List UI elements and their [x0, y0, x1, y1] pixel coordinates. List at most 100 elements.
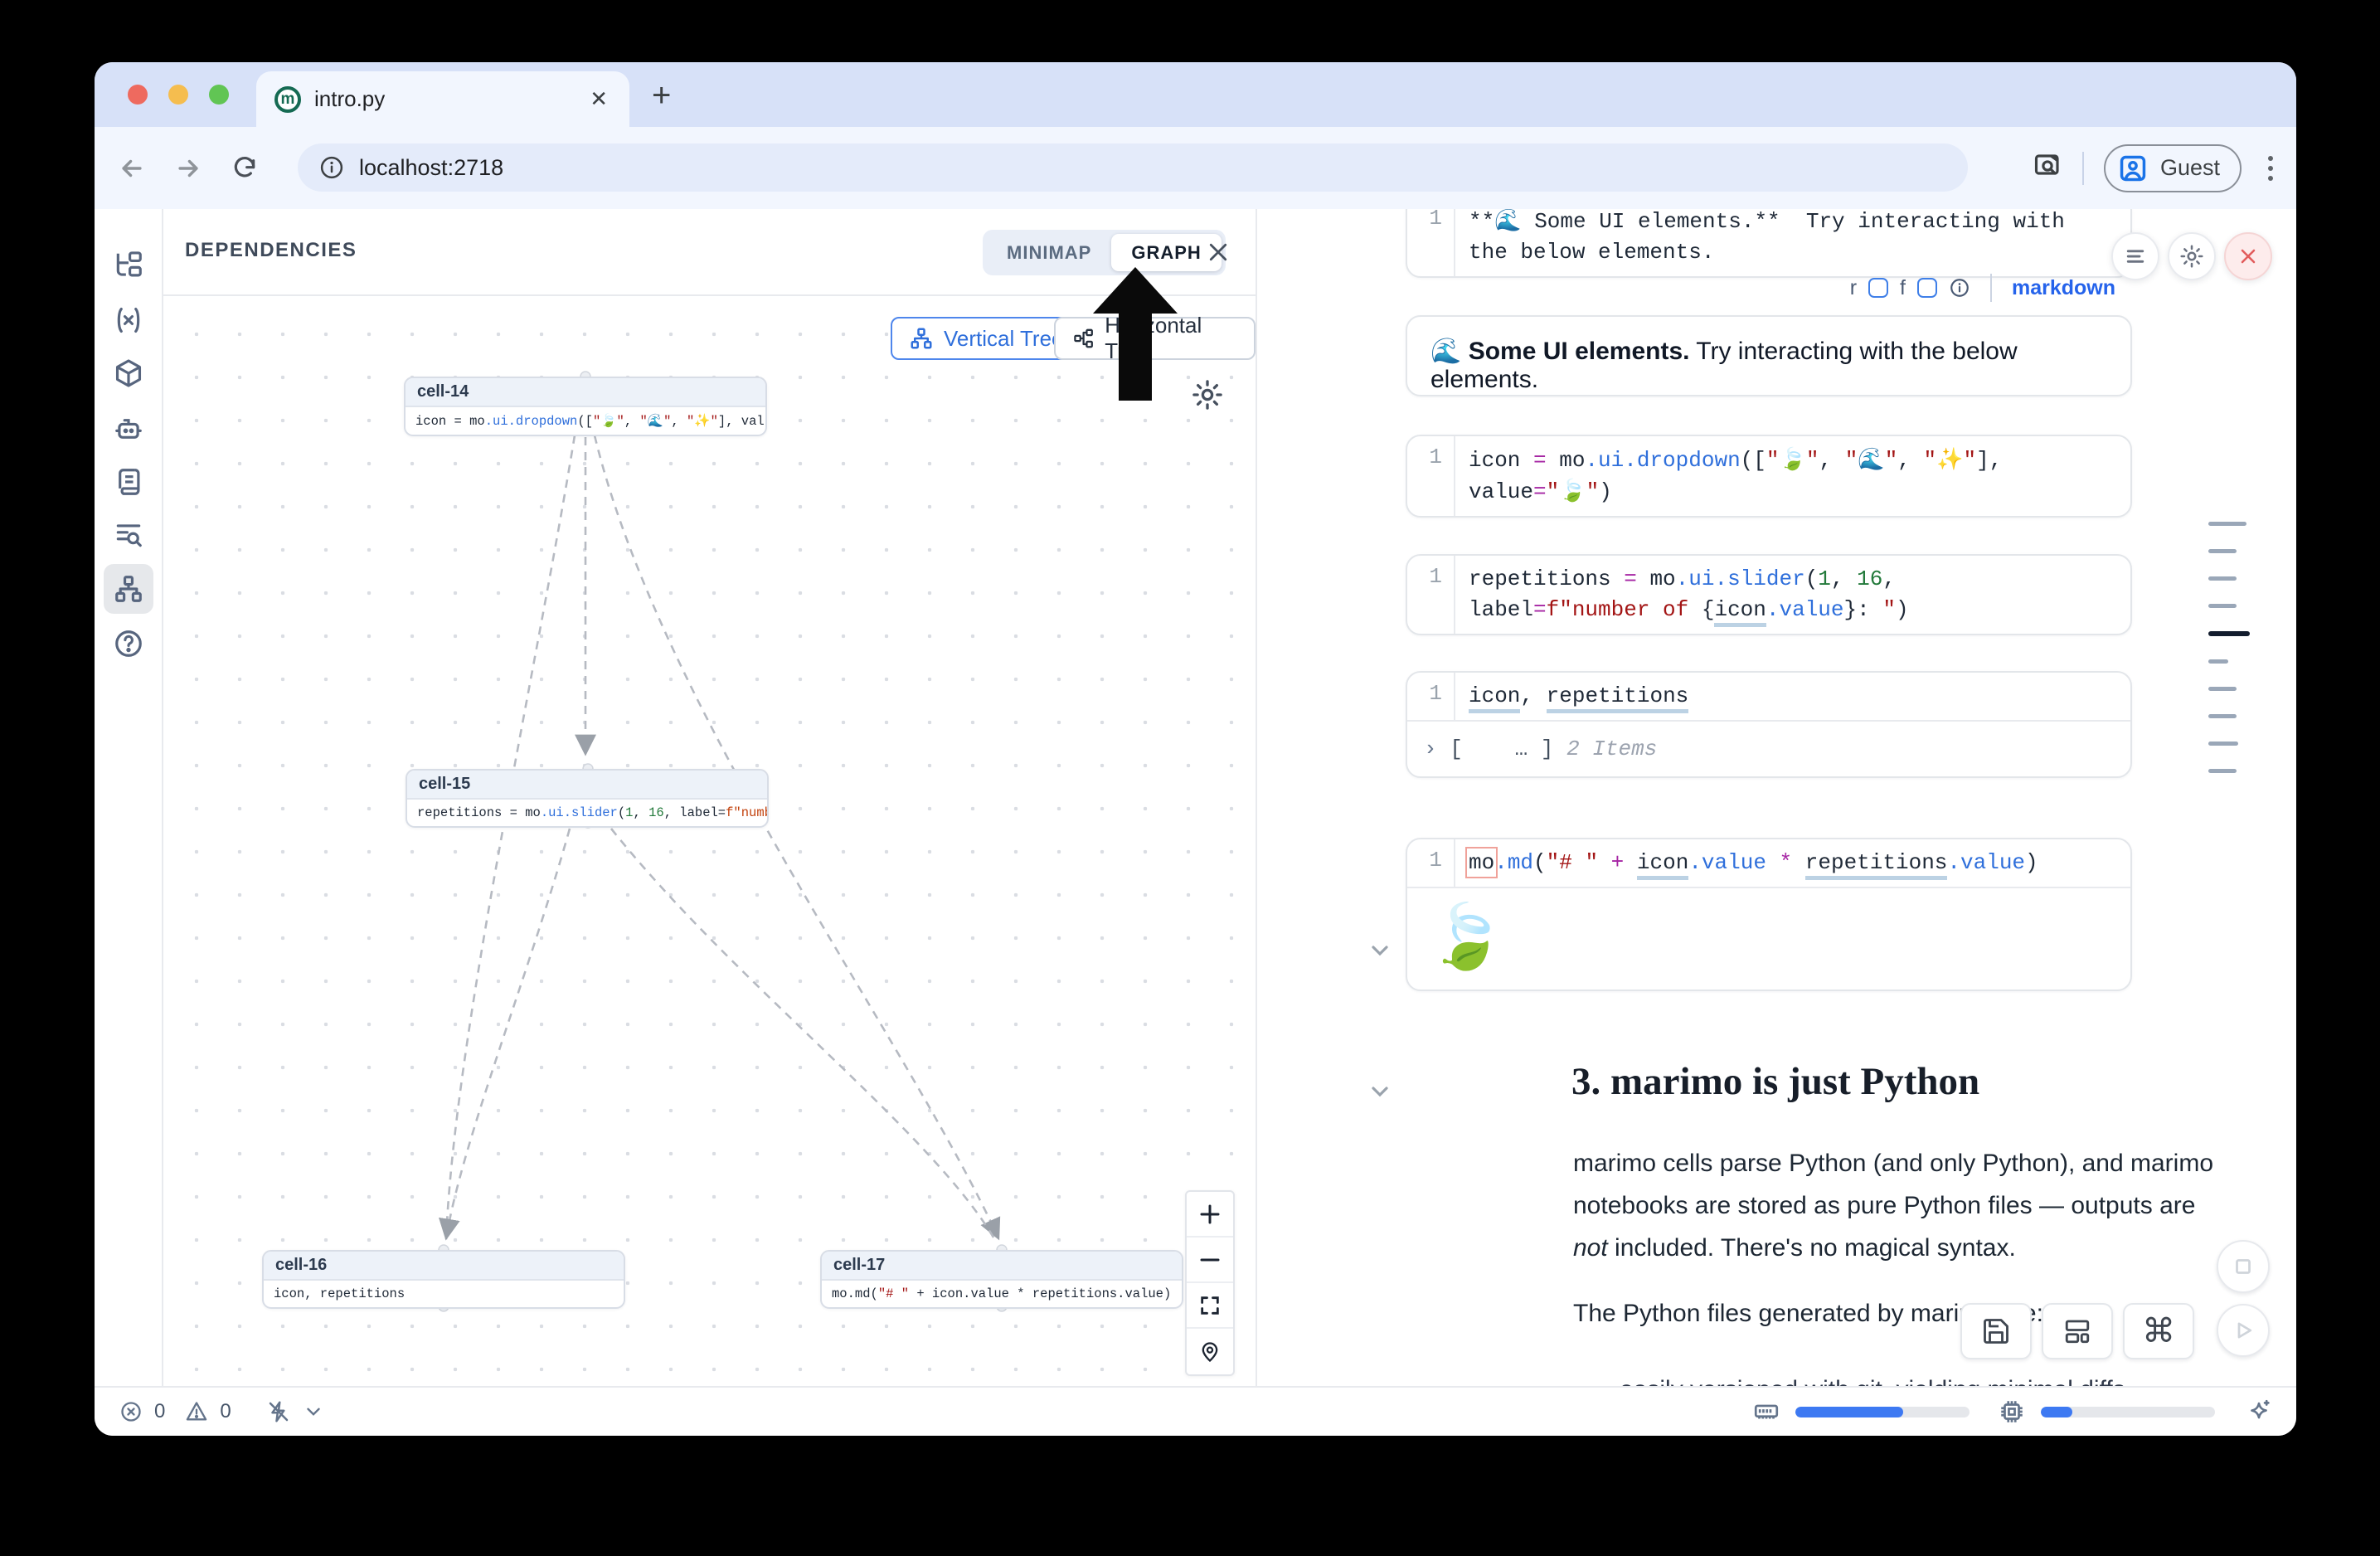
- wave-emoji: 🌊: [1430, 337, 1461, 366]
- line-number: 1: [1407, 556, 1455, 634]
- graph-zoom-controls: [1185, 1190, 1235, 1376]
- command-icon: ⌘: [2142, 1312, 2175, 1350]
- panel-close-button[interactable]: [1202, 236, 1235, 269]
- r-toggle-label: r: [1850, 276, 1857, 300]
- node-title: cell-15: [407, 771, 767, 800]
- tab-title: intro.py: [314, 86, 586, 112]
- sidebar-item-packages[interactable]: [104, 348, 153, 398]
- vertical-tree-button[interactable]: Vertical Tree: [891, 317, 1082, 360]
- notebook-settings-button[interactable]: [2168, 232, 2216, 280]
- sidebar-item-variables[interactable]: [104, 295, 153, 345]
- code-cell-dropdown[interactable]: 1 icon = mo.ui.dropdown(["🍃", "🌊", "✨"],…: [1406, 435, 2132, 518]
- profile-button[interactable]: Guest: [2104, 144, 2242, 192]
- code-editor[interactable]: icon = mo.ui.dropdown(["🍃", "🌊", "✨"], v…: [1455, 436, 2130, 516]
- section-paragraph-2: The Python files generated by marimo are…: [1573, 1292, 2216, 1335]
- collapse-output-chevron[interactable]: [1367, 937, 1393, 964]
- forward-button[interactable]: [169, 149, 207, 187]
- code-cell-md[interactable]: 1 mo.md("# " + icon.value * repetitions.…: [1406, 838, 2132, 991]
- new-tab-button[interactable]: +: [652, 77, 671, 114]
- sidebar-item-outline-search[interactable]: [104, 510, 153, 560]
- layout-button[interactable]: [2042, 1303, 2113, 1359]
- warnings-icon[interactable]: [185, 1400, 208, 1423]
- chevron-down-icon[interactable]: [303, 1401, 324, 1422]
- dependency-graph-canvas[interactable]: Vertical Tree Horizontal Tree cell-14 ic…: [163, 296, 1256, 1386]
- status-bar: 0 0: [95, 1386, 2296, 1436]
- code-cell-slider[interactable]: 1 repetitions = mo.ui.slider(1, 16, labe…: [1406, 554, 2132, 635]
- stop-icon: [2231, 1254, 2256, 1279]
- guest-label: Guest: [2160, 155, 2220, 181]
- info-icon[interactable]: [1949, 277, 1970, 299]
- scroll-icon: [113, 466, 144, 498]
- sidebar-item-scratchpad[interactable]: [104, 457, 153, 507]
- site-info-icon[interactable]: [319, 155, 344, 180]
- code-cell-tuple[interactable]: 1 icon, repetitions › [ … ] 2 Items: [1406, 671, 2132, 778]
- errors-icon[interactable]: [119, 1400, 143, 1423]
- section-paragraph-1: marimo cells parse Python (and only Pyth…: [1573, 1142, 2216, 1269]
- f-checkbox[interactable]: [1917, 278, 1937, 298]
- warnings-count: 0: [220, 1400, 231, 1423]
- vertical-tree-label: Vertical Tree: [944, 326, 1064, 352]
- clipped-list-item: easily versioned with git, yielding mini…: [1620, 1369, 2262, 1386]
- sidebar-item-dependency-graph[interactable]: [104, 564, 153, 614]
- graph-node-cell-14[interactable]: cell-14 icon = mo.ui.dropdown(["🍃", "🌊",…: [404, 377, 767, 436]
- graph-node-cell-16[interactable]: cell-16 icon, repetitions: [262, 1250, 625, 1309]
- ai-sparkle-icon[interactable]: [2245, 1398, 2273, 1426]
- toolbar-divider: [2082, 152, 2084, 185]
- keyboard-shortcuts-button[interactable]: ⌘: [2123, 1303, 2194, 1359]
- sidebar-item-file-tree[interactable]: [104, 241, 153, 290]
- markdown-output-cell: 🌊 Some UI elements. Try interacting with…: [1406, 315, 2132, 396]
- traffic-close-button[interactable]: [128, 85, 148, 105]
- stop-button[interactable]: [2217, 1240, 2270, 1293]
- shutdown-button[interactable]: [2224, 232, 2272, 280]
- back-button[interactable]: [113, 149, 151, 187]
- cell-menu-button[interactable]: [2111, 232, 2159, 280]
- sidebar-item-help[interactable]: [104, 619, 153, 669]
- markdown-source-cell[interactable]: 1 **🌊 Some UI elements.** Try interactin…: [1406, 209, 2132, 278]
- address-bar[interactable]: localhost:2718: [298, 143, 1968, 192]
- browser-menu-button[interactable]: [2261, 156, 2280, 181]
- graph-node-cell-17[interactable]: cell-17 mo.md("# " + icon.value * repeti…: [820, 1250, 1183, 1309]
- tuple-output[interactable]: › [ … ] 2 Items: [1407, 720, 2130, 776]
- reload-button[interactable]: [226, 149, 264, 187]
- scroll-minimap[interactable]: [2208, 522, 2258, 796]
- section-heading: 3. marimo is just Python: [1571, 1059, 1979, 1104]
- save-button[interactable]: [1960, 1303, 2032, 1359]
- code-editor[interactable]: mo.md("# " + icon.value * repetitions.va…: [1455, 839, 2130, 887]
- cpu-icon: [1998, 1398, 2026, 1426]
- graph-settings-button[interactable]: [1190, 377, 1225, 416]
- line-number: 1: [1407, 839, 1455, 887]
- md-cell-output: 🍃: [1407, 887, 2130, 990]
- horizontal-tree-button[interactable]: Horizontal Tree: [1054, 317, 1256, 360]
- code-editor[interactable]: icon, repetitions: [1455, 673, 2130, 720]
- tab-search-button[interactable]: [2033, 151, 2062, 185]
- tab-minimap[interactable]: MINIMAP: [987, 234, 1111, 271]
- r-checkbox[interactable]: [1868, 278, 1888, 298]
- f-toggle-label: f: [1900, 276, 1906, 300]
- fit-view-button[interactable]: [1187, 1283, 1233, 1329]
- tab-close-icon[interactable]: ✕: [586, 86, 611, 112]
- zoom-out-button[interactable]: [1187, 1238, 1233, 1283]
- layout-icon: [2062, 1316, 2092, 1346]
- run-button[interactable]: [2217, 1304, 2270, 1357]
- panel-title: DEPENDENCIES: [185, 239, 357, 262]
- sidebar-item-ai-chat[interactable]: [104, 404, 153, 454]
- minus-icon: [1197, 1247, 1222, 1272]
- expand-chevron[interactable]: ›: [1424, 737, 1437, 761]
- line-number: 1: [1407, 209, 1455, 276]
- collapse-section-chevron[interactable]: [1367, 1078, 1393, 1105]
- code-editor[interactable]: repetitions = mo.ui.slider(1, 16, label=…: [1455, 556, 2130, 634]
- autorun-disabled-icon[interactable]: [266, 1399, 291, 1424]
- node-code: repetitions = mo.ui.slider(1, 16, label=…: [407, 800, 767, 826]
- language-label: markdown: [2012, 276, 2115, 300]
- code-editor[interactable]: **🌊 Some UI elements.** Try interacting …: [1455, 209, 2130, 276]
- graph-node-cell-15[interactable]: cell-15 repetitions = mo.ui.slider(1, 16…: [406, 769, 769, 828]
- app-content: DEPENDENCIES MINIMAP GRAPH: [95, 209, 2296, 1386]
- center-node-button[interactable]: [1187, 1329, 1233, 1374]
- dependencies-header: DEPENDENCIES MINIMAP GRAPH: [163, 209, 1256, 296]
- traffic-minimize-button[interactable]: [168, 85, 188, 105]
- zoom-in-button[interactable]: [1187, 1192, 1233, 1238]
- save-icon: [1981, 1316, 2011, 1346]
- browser-tab[interactable]: m intro.py ✕: [256, 71, 629, 127]
- traffic-maximize-button[interactable]: [209, 85, 229, 105]
- package-cube-icon: [113, 357, 144, 389]
